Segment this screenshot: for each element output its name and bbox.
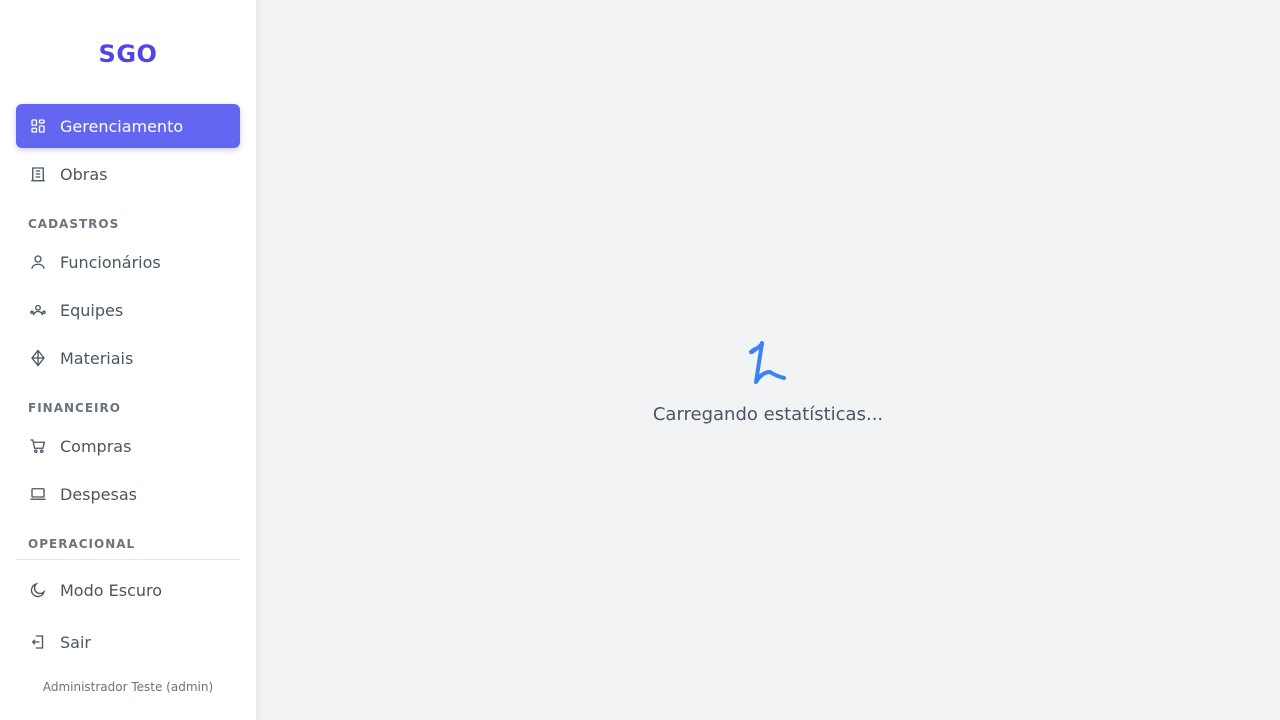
nav-item-despesas[interactable]: Despesas: [16, 472, 240, 516]
nav-item-label: Modo Escuro: [60, 580, 163, 600]
nav-item-label: Despesas: [60, 484, 137, 504]
user-icon: [28, 252, 48, 272]
nav-item-funcionarios[interactable]: Funcionários: [16, 240, 240, 284]
nav-item-label: Materiais: [60, 348, 134, 368]
nav-item-label: Equipes: [60, 300, 124, 320]
main-content: Carregando estatísticas...: [256, 0, 1280, 720]
users-icon: [28, 300, 48, 320]
package-icon: [28, 348, 48, 368]
nav-item-equipes[interactable]: Equipes: [16, 288, 240, 332]
laptop-icon: [28, 484, 48, 504]
section-label-operacional: OPERACIONAL: [28, 537, 136, 551]
nav-item-obras[interactable]: Obras: [16, 152, 240, 196]
loading-message: Carregando estatísticas...: [652, 404, 884, 425]
nav-item-compras[interactable]: Compras: [16, 424, 240, 468]
section-label-financeiro: FINANCEIRO: [28, 401, 121, 415]
spinner-icon: [746, 338, 790, 386]
sidebar: SGO Gerenciamento Obras CADASTROS Funcio…: [0, 0, 256, 720]
nav-item-label: Compras: [60, 436, 132, 456]
dashboard-grid-icon: [28, 116, 48, 136]
nav-item-modo-escuro[interactable]: Modo Escuro: [16, 568, 240, 612]
nav-item-gerenciamento[interactable]: Gerenciamento: [16, 104, 240, 148]
shopping-cart-icon: [28, 436, 48, 456]
logout-icon: [28, 632, 48, 652]
moon-icon: [28, 580, 48, 600]
building-icon: [28, 164, 48, 184]
nav-item-sair[interactable]: Sair: [16, 620, 240, 664]
sidebar-divider: [16, 559, 240, 560]
current-user: Administrador Teste (admin): [42, 680, 214, 694]
nav-item-materiais[interactable]: Materiais: [16, 336, 240, 380]
nav-item-label: Sair: [60, 632, 91, 652]
app-logo[interactable]: SGO: [0, 40, 256, 68]
section-label-cadastros: CADASTROS: [28, 217, 120, 231]
nav-item-label: Gerenciamento: [60, 116, 184, 136]
nav-item-label: Obras: [60, 164, 108, 184]
nav-item-label: Funcionários: [60, 252, 161, 272]
